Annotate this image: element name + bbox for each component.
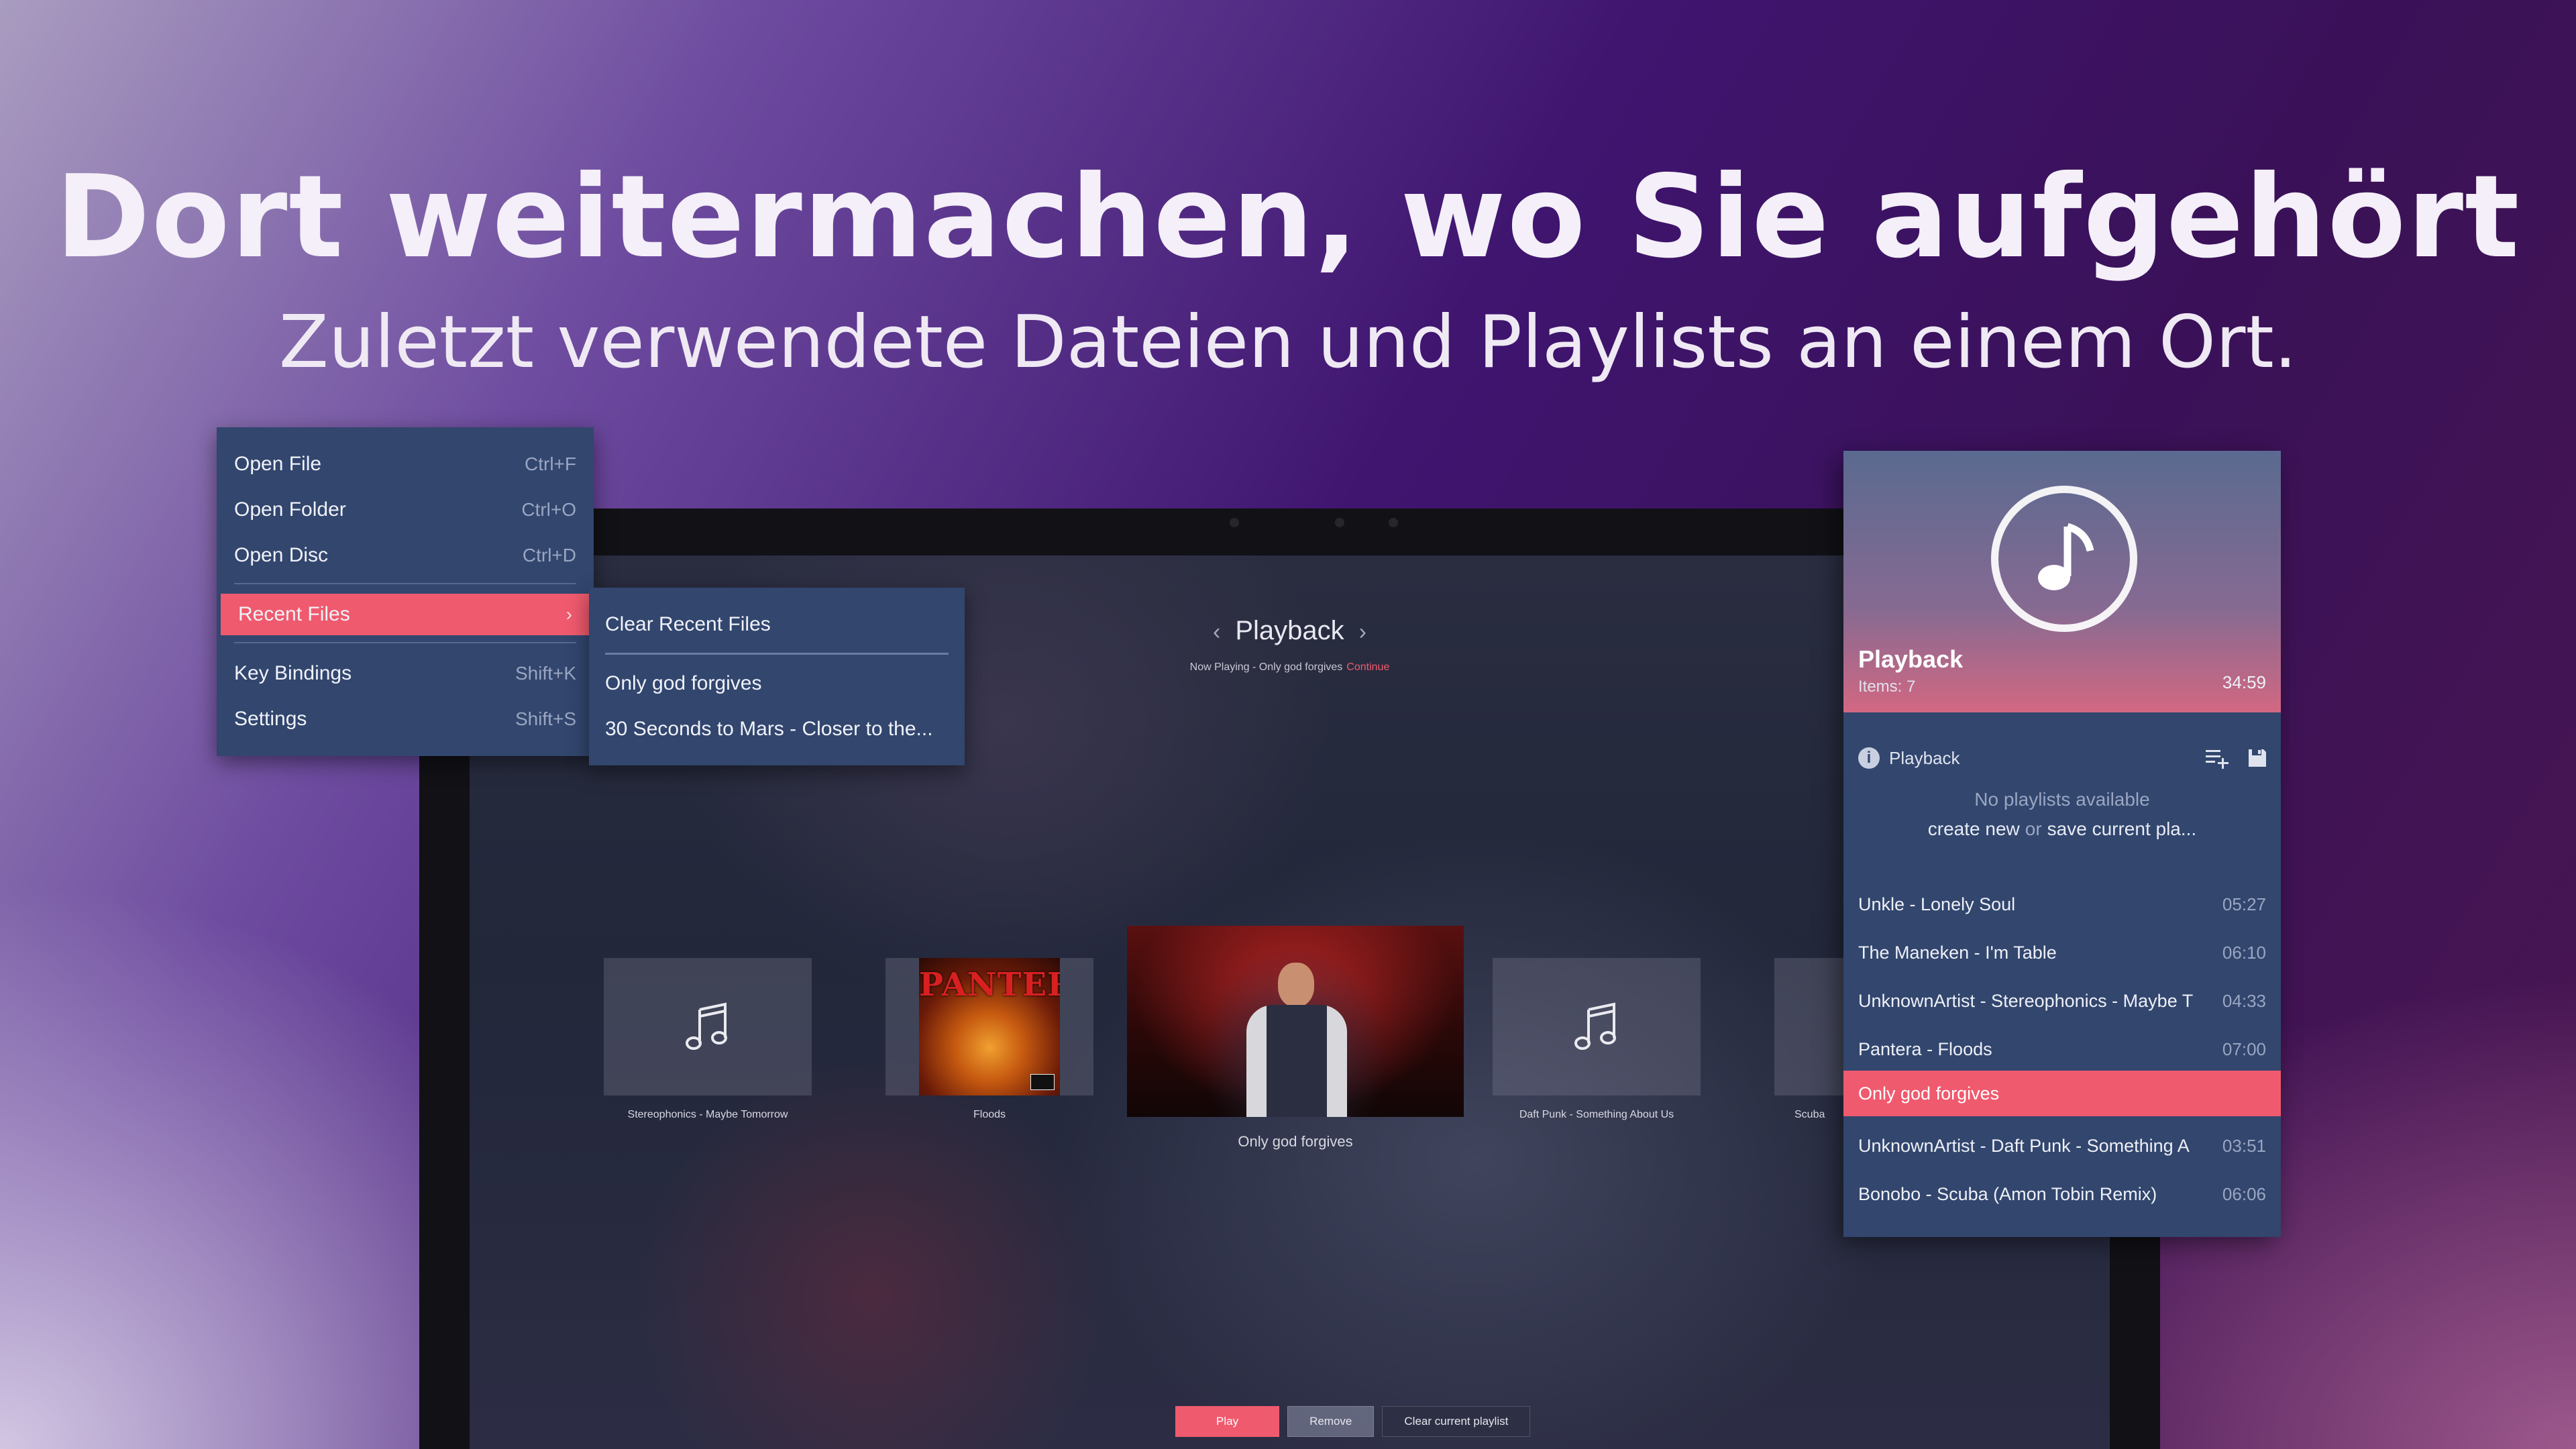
create-new-link[interactable]: create new — [1928, 818, 2020, 839]
card-caption: Floods — [973, 1109, 1006, 1120]
album-logo-text: PANTERA — [919, 966, 1060, 1004]
playlist-actions — [2206, 747, 2267, 769]
track-row[interactable]: Unkle - Lonely Soul 05:27 — [1843, 881, 2281, 927]
menu-item-shortcut: Shift+K — [515, 663, 576, 684]
menu-item-open-folder[interactable]: Open Folder Ctrl+O — [217, 489, 594, 531]
menu-item-open-disc[interactable]: Open Disc Ctrl+D — [217, 535, 594, 576]
track-duration: 03:51 — [2222, 1135, 2266, 1156]
menu-item-label: Key Bindings — [234, 662, 352, 684]
track-title: Unkle - Lonely Soul — [1858, 894, 2016, 914]
no-playlists-text: No playlists available — [1974, 789, 2150, 810]
playlist-header-art: Playback Items: 7 34:59 — [1843, 451, 2281, 712]
playlist-panel: Playback Items: 7 34:59 i Playback No pl… — [1843, 451, 2281, 1237]
track-duration: 05:27 — [2222, 894, 2266, 914]
panel-title: Playback — [1858, 645, 1964, 673]
track-title: The Maneken - I'm Table — [1858, 942, 2057, 963]
save-icon[interactable] — [2247, 748, 2267, 768]
media-card[interactable]: Stereophonics - Maybe Tomorrow — [604, 958, 812, 1121]
total-duration: 34:59 — [2222, 672, 2266, 692]
menu-item-label: Recent Files — [238, 603, 350, 625]
video-thumbnail — [1127, 926, 1464, 1117]
menu-item-shortcut: Ctrl+F — [525, 453, 576, 474]
figure-body — [1246, 1005, 1347, 1117]
track-title: UnknownArtist - Stereophonics - Maybe T — [1858, 990, 2194, 1011]
camera-dot — [1230, 518, 1239, 527]
playback-title: Playback — [1235, 616, 1344, 645]
menu-item-label: Open Folder — [234, 498, 346, 521]
action-bar: Play Remove Clear current playlist — [1175, 1406, 1531, 1437]
file-menu: Open File Ctrl+F Open Folder Ctrl+O Open… — [217, 427, 594, 756]
add-to-queue-icon[interactable] — [2206, 747, 2230, 769]
track-title: Pantera - Floods — [1858, 1038, 1992, 1059]
card-artwork — [604, 958, 812, 1095]
media-card-current[interactable]: Only god forgives — [1127, 926, 1464, 1150]
menu-item-shortcut: Shift+S — [515, 708, 576, 729]
music-note-icon — [1574, 1002, 1616, 1050]
track-title: Only god forgives — [1858, 1083, 2000, 1104]
figure-head — [1278, 963, 1314, 1007]
menu-item-label: Settings — [234, 708, 307, 730]
track-row[interactable]: Bonobo - Scuba (Amon Tobin Remix) 06:06 — [1843, 1171, 2281, 1217]
create-save-links: create new or save current pla... — [1843, 818, 2281, 840]
recent-files-submenu: Clear Recent Files Only god forgives 30 … — [589, 588, 965, 765]
menu-item-shortcut: Ctrl+O — [521, 499, 576, 520]
hero-title: Dort weitermachen, wo Sie aufgehört — [55, 151, 2521, 284]
menu-item-label: Open Disc — [234, 544, 329, 566]
track-row[interactable]: Pantera - Floods 07:00 — [1843, 1026, 2281, 1072]
recent-file-item[interactable]: Only god forgives — [589, 663, 965, 704]
items-count: Items: 7 — [1858, 678, 1916, 696]
menu-item-shortcut: Ctrl+D — [522, 545, 576, 566]
remove-button[interactable]: Remove — [1287, 1406, 1375, 1437]
chevron-right-icon: › — [566, 604, 572, 625]
camera-dot — [1335, 518, 1344, 527]
track-title: UnknownArtist - Daft Punk - Something A — [1858, 1135, 2190, 1156]
chevron-right-icon[interactable]: › — [1359, 619, 1366, 645]
track-row[interactable]: UnknownArtist - Daft Punk - Something A … — [1843, 1123, 2281, 1169]
track-title: Bonobo - Scuba (Amon Tobin Remix) — [1858, 1183, 2157, 1204]
chevron-left-icon[interactable]: ‹ — [1213, 619, 1220, 645]
playlist-name: Playback — [1889, 747, 1960, 768]
save-current-link[interactable]: save current pla... — [2047, 818, 2197, 839]
clear-recent-files-item[interactable]: Clear Recent Files — [589, 604, 965, 645]
camera-dot — [1389, 518, 1398, 527]
recent-file-item[interactable]: 30 Seconds to Mars - Closer to the... — [589, 708, 965, 750]
music-note-icon — [686, 1002, 727, 1050]
menu-divider — [234, 642, 576, 643]
track-duration: 04:33 — [2222, 990, 2266, 1011]
album-cover: PANTERA — [919, 958, 1060, 1095]
menu-item-recent-files[interactable]: Recent Files › — [221, 594, 590, 635]
or-text: or — [2025, 818, 2042, 839]
track-row[interactable]: UnknownArtist - Stereophonics - Maybe T … — [1843, 978, 2281, 1024]
info-icon[interactable]: i — [1858, 747, 1880, 769]
menu-divider — [234, 583, 576, 584]
media-card[interactable]: Daft Punk - Something About Us — [1493, 958, 1701, 1121]
continue-link[interactable]: Continue — [1346, 661, 1389, 673]
menu-item-key-bindings[interactable]: Key Bindings Shift+K — [217, 653, 594, 694]
music-disc-icon — [1991, 486, 2137, 632]
menu-divider — [605, 653, 949, 655]
track-duration: 06:10 — [2222, 942, 2266, 963]
menu-item-open-file[interactable]: Open File Ctrl+F — [217, 443, 594, 485]
card-caption: Daft Punk - Something About Us — [1519, 1109, 1674, 1120]
media-card[interactable]: PANTERA Floods — [885, 958, 1093, 1121]
track-row[interactable]: The Maneken - I'm Table 06:10 — [1843, 930, 2281, 975]
card-caption: Only god forgives — [1238, 1133, 1353, 1150]
music-note-icon — [2038, 523, 2094, 590]
card-caption: Stereophonics - Maybe Tomorrow — [627, 1109, 788, 1120]
hero-subtitle: Zuletzt verwendete Dateien und Playlists… — [278, 301, 2298, 384]
play-button[interactable]: Play — [1175, 1406, 1280, 1437]
card-artwork: PANTERA — [885, 958, 1093, 1095]
menu-item-settings[interactable]: Settings Shift+S — [217, 698, 594, 740]
menu-item-label: Open File — [234, 453, 322, 475]
now-playing-text: Now Playing - Only god forgives — [1189, 661, 1343, 673]
clear-playlist-button[interactable]: Clear current playlist — [1382, 1406, 1531, 1437]
track-duration: 07:00 — [2222, 1038, 2266, 1059]
advisory-label — [1030, 1074, 1055, 1090]
card-artwork — [1493, 958, 1701, 1095]
track-row-active[interactable]: Only god forgives — [1843, 1071, 2281, 1116]
track-duration: 06:06 — [2222, 1183, 2266, 1204]
playlist-selector: i Playback — [1858, 738, 2267, 778]
